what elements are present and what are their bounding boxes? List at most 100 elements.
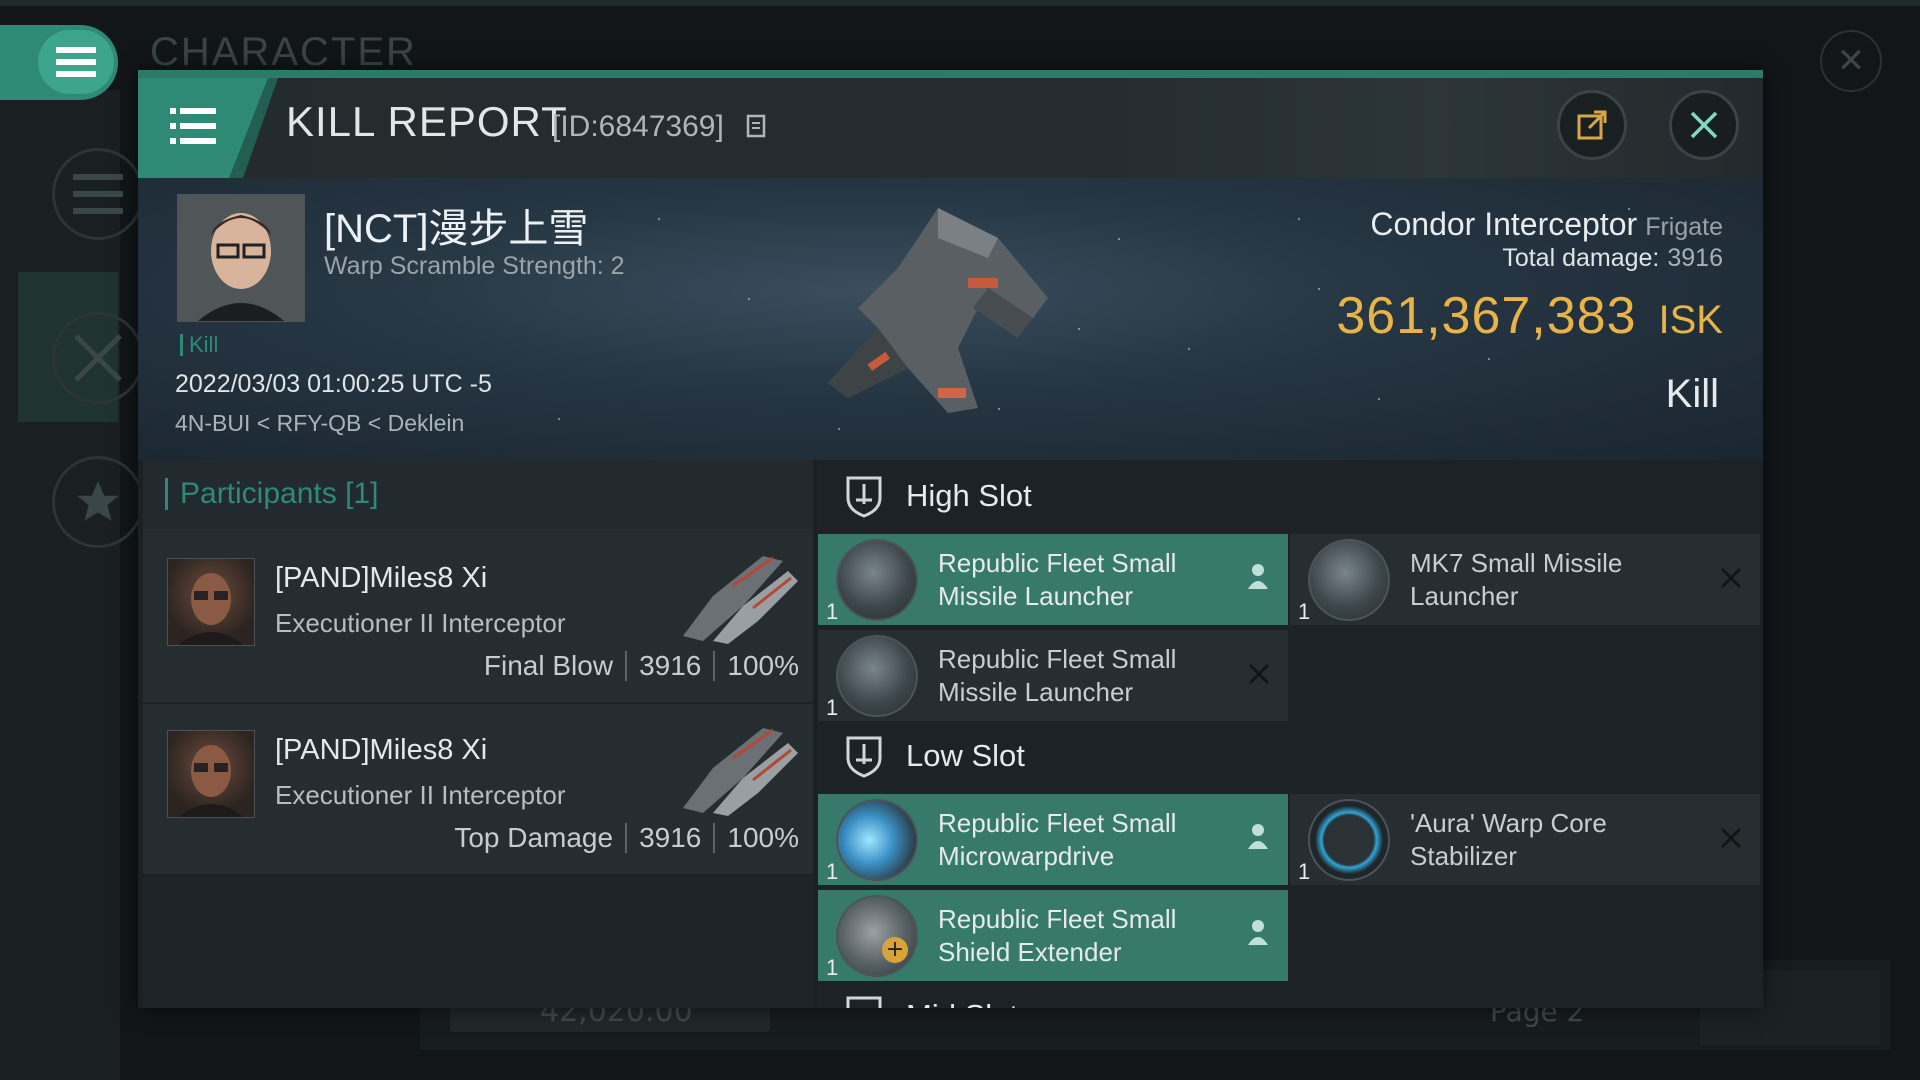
background-favorites-button[interactable] <box>52 456 144 548</box>
module-item[interactable]: 1 'Aura' Warp Core Stabilizer <box>1290 794 1760 885</box>
victim-name[interactable]: [NCT]漫步上雪 <box>324 196 588 254</box>
victim-portrait[interactable] <box>177 194 305 322</box>
close-button[interactable] <box>1669 90 1739 160</box>
background-top-bar <box>0 0 1920 6</box>
report-id: [ID:6847369] <box>552 110 724 143</box>
module-quantity: 1 <box>1298 598 1311 624</box>
participant-role: Top Damage <box>454 822 614 853</box>
module-quantity: 1 <box>826 954 839 980</box>
fitted-person-icon <box>1246 563 1270 596</box>
low-slot-header: Low Slot <box>818 720 1763 792</box>
module-name-line1: 'Aura' Warp Core <box>1410 807 1607 838</box>
module-item[interactable]: 1 Republic Fleet Small Microwarpdrive <box>818 794 1288 885</box>
destroyed-x-icon <box>1720 823 1742 856</box>
participants-title: Participants [1] <box>165 478 378 510</box>
module-name-line1: Republic Fleet Small <box>938 807 1177 838</box>
high-slot-header: High Slot <box>818 460 1763 532</box>
module-name: Republic Fleet Small Missile Launcher <box>938 643 1238 709</box>
hamburger-menu-icon <box>56 47 96 77</box>
participant-name[interactable]: [PAND]Miles8 Xi <box>275 734 487 767</box>
slot-shield-icon <box>834 474 894 518</box>
module-item[interactable]: 1 Republic Fleet Small Missile Launcher <box>818 630 1288 721</box>
star-icon <box>77 481 119 521</box>
stats-separator <box>713 823 716 853</box>
mid-slot-label: Mid Slot <box>906 998 1018 1008</box>
participant-damage: 3916 <box>639 650 702 681</box>
microwarpdrive-icon: 1 <box>826 798 918 884</box>
total-damage-label: Total damage: <box>1502 244 1660 272</box>
participant-ship-image[interactable] <box>673 718 803 818</box>
participant-portrait[interactable] <box>167 730 255 818</box>
module-name: Republic Fleet Small Shield Extender <box>938 903 1238 969</box>
kill-result: Kill <box>1665 372 1719 416</box>
module-name-line2: Missile Launcher <box>938 676 1134 707</box>
missile-launcher-icon: 1 <box>826 538 918 624</box>
module-quantity: 1 <box>1298 858 1311 884</box>
module-name-line1: Republic Fleet Small <box>938 547 1177 578</box>
background-window-title: CHARACTER <box>150 30 417 74</box>
stats-separator <box>625 823 628 853</box>
participant-ship: Executioner II Interceptor <box>275 780 566 810</box>
close-icon <box>1690 111 1718 139</box>
mid-slot-header: Mid Slot <box>818 980 1763 1008</box>
module-name-line2: Missile Launcher <box>938 580 1134 611</box>
fitted-person-icon <box>1246 823 1270 856</box>
module-item[interactable]: 1 MK7 Small Missile Launcher <box>1290 534 1760 625</box>
victim-ship-class: Frigate <box>1645 213 1723 241</box>
module-name-line1: Republic Fleet Small <box>938 643 1177 674</box>
victim-warp-scramble: Warp Scramble Strength: 2 <box>324 252 625 280</box>
module-name-line1: Republic Fleet Small <box>938 903 1177 934</box>
victim-banner: [NCT]漫步上雪 Warp Scramble Strength: 2 Kill… <box>138 178 1763 460</box>
fitted-person-icon <box>1246 919 1270 952</box>
low-slot-label: Low Slot <box>906 738 1025 773</box>
missile-launcher-icon: 1 <box>826 634 918 720</box>
victim-location[interactable]: 4N-BUI < RFY-QB < Deklein <box>175 410 464 437</box>
module-quantity: 1 <box>826 694 839 720</box>
total-damage-value: 3916 <box>1667 244 1723 272</box>
background-menu-circle[interactable] <box>38 30 114 94</box>
participant-row[interactable]: [PAND]Miles8 Xi Executioner II Intercept… <box>143 532 813 704</box>
module-name: Republic Fleet Small Microwarpdrive <box>938 807 1238 873</box>
copy-icon[interactable] <box>746 114 768 144</box>
share-button[interactable] <box>1557 90 1627 160</box>
module-quantity: 1 <box>826 598 839 624</box>
victim-kill-tag: Kill <box>180 334 218 356</box>
participants-title-text: Participants <box>180 477 337 510</box>
module-item[interactable]: 1 Republic Fleet Small Missile Launcher <box>818 534 1288 625</box>
total-damage: Total damage: 3916 <box>1502 244 1723 273</box>
shield-extender-icon: + 1 <box>826 894 918 980</box>
background-list-button[interactable] <box>52 148 144 240</box>
participants-panel: Participants [1] [PAND]Miles8 Xi Executi… <box>143 460 813 1008</box>
module-name-line2: Microwarpdrive <box>938 840 1115 871</box>
module-name-line1: MK7 Small Missile <box>1410 547 1623 578</box>
victim-ship-image[interactable] <box>788 198 1108 428</box>
participant-stats: Final Blow 3916 100% <box>484 650 799 682</box>
background-combat-button[interactable] <box>52 312 144 404</box>
participant-ship-image[interactable] <box>673 546 803 646</box>
destroyed-x-icon <box>1248 659 1270 692</box>
window-top-accent <box>138 70 1763 78</box>
module-name: 'Aura' Warp Core Stabilizer <box>1410 807 1710 873</box>
participants-count: [1] <box>345 477 379 510</box>
stats-separator <box>625 651 628 681</box>
participant-ship: Executioner II Interceptor <box>275 608 566 638</box>
victim-ship-name: Condor Interceptor <box>1370 206 1638 242</box>
participant-role: Final Blow <box>483 650 614 681</box>
participant-stats: Top Damage 3916 100% <box>454 822 799 854</box>
participants-header: Participants [1] <box>143 460 813 531</box>
kill-report-window: KILL REPORT [ID:6847369] [NCT]漫步上雪 Warp … <box>138 70 1763 1008</box>
slot-shield-icon <box>834 994 894 1008</box>
module-name-line2: Launcher <box>1410 580 1519 611</box>
fitting-panel: High Slot 1 Republic Fleet Small Missile … <box>818 460 1763 1008</box>
isk-value: 361,367,383 <box>1336 287 1637 345</box>
module-item[interactable]: + 1 Republic Fleet Small Shield Extender <box>818 890 1288 981</box>
high-slot-label: High Slot <box>906 478 1032 513</box>
warp-core-stabilizer-icon: 1 <box>1298 798 1390 884</box>
participant-row[interactable]: [PAND]Miles8 Xi Executioner II Intercept… <box>143 704 813 876</box>
plus-icon: + <box>882 936 908 963</box>
participant-percent: 100% <box>727 822 799 853</box>
background-close-button[interactable]: ✕ <box>1820 30 1882 92</box>
participant-name[interactable]: [PAND]Miles8 Xi <box>275 562 487 595</box>
participant-portrait[interactable] <box>167 558 255 646</box>
victim-ship[interactable]: Condor Interceptor Frigate <box>1370 206 1723 243</box>
